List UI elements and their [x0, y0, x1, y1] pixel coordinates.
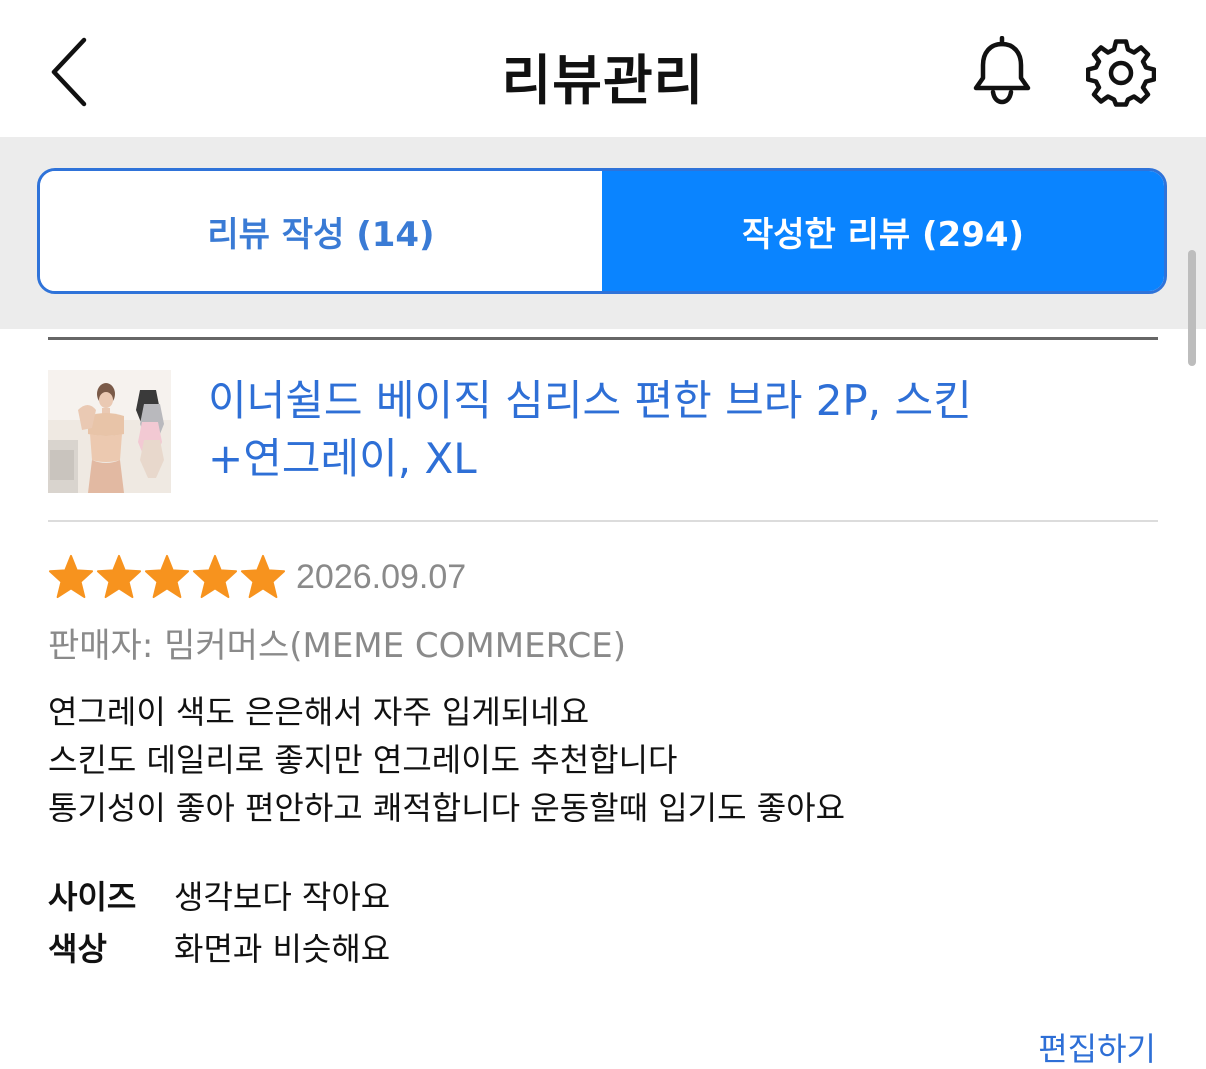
tab-write-review[interactable]: 리뷰 작성 (14) [40, 171, 602, 291]
header: 리뷰관리 [0, 0, 1206, 137]
bell-icon [973, 35, 1031, 105]
review-tabs: 리뷰 작성 (14) 작성한 리뷰 (294) [37, 168, 1167, 294]
review-management-page: 리뷰관리 리뷰 작성 (14) 작성한 리뷰 (294) 이너쉴드 베이직 심리… [0, 0, 1206, 1069]
gear-icon [1085, 39, 1157, 107]
star-icon [96, 554, 142, 599]
star-icon [192, 554, 238, 599]
review-date: 2026.09.07 [296, 558, 467, 596]
size-label: 사이즈 [48, 878, 137, 916]
size-value: 생각보다 작아요 [174, 878, 391, 916]
review-text-line: 연그레이 색도 은은해서 자주 입게되네요 [48, 693, 590, 731]
color-attribute: 색상 화면과 비슷해요 [48, 924, 390, 970]
tab-written-reviews[interactable]: 작성한 리뷰 (294) [602, 171, 1164, 291]
settings-button[interactable] [1085, 38, 1157, 108]
product-name-link[interactable]: 이너쉴드 베이직 심리스 편한 브라 2P, 스킨 +연그레이, XL [208, 372, 1138, 488]
color-label: 색상 [48, 930, 107, 968]
product-name-line1: 이너쉴드 베이직 심리스 편한 브라 2P, 스킨 [208, 376, 972, 425]
star-icon [48, 554, 94, 599]
edit-button[interactable]: 편집하기 [1038, 1024, 1156, 1069]
scrollbar[interactable] [1188, 250, 1196, 366]
color-value: 화면과 비슷해요 [174, 930, 391, 968]
product-name-line2: +연그레이, XL [208, 434, 477, 483]
tab-area: 리뷰 작성 (14) 작성한 리뷰 (294) [0, 137, 1206, 329]
star-rating [48, 554, 286, 600]
notification-button[interactable] [968, 35, 1036, 106]
star-icon [240, 554, 286, 599]
size-attribute: 사이즈 생각보다 작아요 [48, 872, 390, 918]
divider [48, 337, 1158, 340]
review-body: 연그레이 색도 은은해서 자주 입게되네요 스킨도 데일리로 좋지만 연그레이도… [48, 688, 845, 832]
product-thumbnail[interactable] [48, 370, 171, 493]
star-icon [144, 554, 190, 599]
divider [48, 520, 1158, 522]
seller-name: 판매자: 밈커머스(MEME COMMERCE) [48, 626, 627, 666]
review-text-line: 스킨도 데일리로 좋지만 연그레이도 추천합니다 [48, 741, 678, 779]
review-text-line: 통기성이 좋아 편안하고 쾌적합니다 운동할때 입기도 좋아요 [48, 789, 846, 827]
product-image [48, 370, 171, 493]
